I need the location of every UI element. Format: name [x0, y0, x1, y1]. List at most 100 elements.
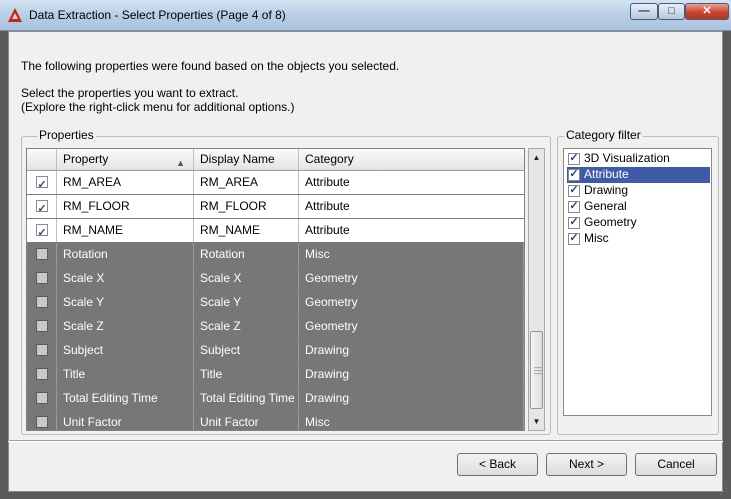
- column-header-category-label: Category: [305, 152, 354, 166]
- row-checkbox-cell: [27, 411, 57, 430]
- display-name-cell[interactable]: RM_FLOOR: [194, 195, 299, 218]
- category-filter-item[interactable]: ✓ 3D Visualization: [567, 151, 710, 167]
- column-header-property[interactable]: Property ▲: [57, 149, 194, 170]
- table-row[interactable]: Scale Z Scale Z Geometry: [27, 315, 524, 339]
- table-row[interactable]: Unit Factor Unit Factor Misc: [27, 411, 524, 430]
- category-cell[interactable]: Attribute: [299, 219, 524, 242]
- table-row[interactable]: Title Title Drawing: [27, 363, 524, 387]
- scroll-up-icon[interactable]: ▲: [529, 149, 544, 166]
- checkmark-icon: ✓: [569, 200, 579, 212]
- display-name-cell[interactable]: Unit Factor: [194, 411, 299, 430]
- row-checkbox[interactable]: ✓: [36, 200, 48, 215]
- table-row[interactable]: ✓ RM_NAME RM_NAME Attribute: [27, 219, 524, 243]
- display-name-cell[interactable]: RM_AREA: [194, 171, 299, 194]
- category-cell[interactable]: Drawing: [299, 363, 524, 386]
- table-row[interactable]: Subject Subject Drawing: [27, 339, 524, 363]
- display-name-cell[interactable]: Rotation: [194, 243, 299, 266]
- row-checkbox-cell: [27, 363, 57, 386]
- row-checkbox[interactable]: [36, 416, 48, 428]
- properties-group-label: Properties: [37, 128, 96, 142]
- property-cell[interactable]: Subject: [57, 339, 194, 362]
- title-bar[interactable]: Data Extraction - Select Properties (Pag…: [0, 0, 731, 31]
- display-name-cell[interactable]: RM_NAME: [194, 219, 299, 242]
- cancel-button[interactable]: Cancel: [635, 453, 717, 476]
- category-cell[interactable]: Attribute: [299, 171, 524, 194]
- category-checkbox[interactable]: ✓: [568, 200, 580, 213]
- maximize-button[interactable]: □: [658, 3, 685, 20]
- category-filter-item[interactable]: ✓ Attribute: [567, 167, 710, 183]
- category-cell[interactable]: Attribute: [299, 195, 524, 218]
- display-name-cell[interactable]: Scale X: [194, 267, 299, 290]
- row-checkbox[interactable]: [36, 392, 48, 404]
- close-icon: ✕: [702, 5, 712, 17]
- next-button[interactable]: Next >: [546, 453, 627, 476]
- maximize-icon: □: [668, 5, 675, 17]
- table-row[interactable]: Total Editing Time Total Editing Time Draw…: [27, 387, 524, 411]
- category-filter-item[interactable]: ✓ Misc: [567, 231, 710, 247]
- scroll-down-icon[interactable]: ▼: [529, 413, 544, 430]
- row-checkbox[interactable]: [36, 272, 48, 284]
- property-cell[interactable]: Title: [57, 363, 194, 386]
- display-name-cell[interactable]: Scale Y: [194, 291, 299, 314]
- properties-scrollbar[interactable]: ▲ — — — ▼: [528, 148, 545, 431]
- category-checkbox[interactable]: ✓: [568, 152, 580, 165]
- back-button[interactable]: < Back: [457, 453, 538, 476]
- row-checkbox[interactable]: [36, 368, 48, 380]
- category-cell[interactable]: Geometry: [299, 267, 524, 290]
- display-name-cell[interactable]: Total Editing Time: [194, 387, 299, 410]
- property-cell[interactable]: RM_AREA: [57, 171, 194, 194]
- checkmark-icon: ✓: [569, 152, 579, 164]
- header-checkbox-column: [27, 149, 57, 170]
- category-checkbox[interactable]: ✓: [568, 216, 580, 229]
- table-row[interactable]: Rotation Rotation Misc: [27, 243, 524, 267]
- property-cell[interactable]: Total Editing Time: [57, 387, 194, 410]
- category-cell[interactable]: Geometry: [299, 291, 524, 314]
- category-cell[interactable]: Misc: [299, 411, 524, 430]
- category-filter-list[interactable]: ✓ 3D Visualization ✓ Attribute ✓ Drawing ✓ Gene…: [563, 148, 712, 416]
- property-cell[interactable]: Scale Y: [57, 291, 194, 314]
- row-checkbox-cell: [27, 267, 57, 290]
- display-name-cell[interactable]: Scale Z: [194, 315, 299, 338]
- row-checkbox[interactable]: [36, 248, 48, 260]
- properties-grid[interactable]: Property ▲ Display Name Category ✓ RM_ARE…: [26, 148, 525, 431]
- resize-grip-icon[interactable]: ⋰: [719, 487, 728, 496]
- table-row[interactable]: Scale X Scale X Geometry: [27, 267, 524, 291]
- row-checkbox[interactable]: ✓: [36, 176, 48, 191]
- table-row[interactable]: ✓ RM_AREA RM_AREA Attribute: [27, 171, 524, 195]
- checkmark-icon: ✓: [569, 232, 579, 244]
- row-checkbox-cell: [27, 315, 57, 338]
- minimize-button[interactable]: —: [630, 3, 658, 20]
- close-button[interactable]: ✕: [685, 3, 729, 20]
- property-cell[interactable]: RM_FLOOR: [57, 195, 194, 218]
- intro-text-line3: (Explore the right-click menu for additi…: [21, 100, 295, 114]
- column-header-display-name[interactable]: Display Name: [194, 149, 299, 170]
- category-cell[interactable]: Misc: [299, 243, 524, 266]
- category-cell[interactable]: Drawing: [299, 339, 524, 362]
- display-name-cell[interactable]: Title: [194, 363, 299, 386]
- scroll-thumb[interactable]: — — —: [530, 331, 543, 409]
- category-filter-label: Attribute: [584, 167, 629, 181]
- display-name-cell[interactable]: Subject: [194, 339, 299, 362]
- property-cell[interactable]: Rotation: [57, 243, 194, 266]
- category-checkbox[interactable]: ✓: [568, 184, 580, 197]
- property-cell[interactable]: Unit Factor: [57, 411, 194, 430]
- row-checkbox[interactable]: [36, 296, 48, 308]
- property-cell[interactable]: Scale X: [57, 267, 194, 290]
- category-filter-item[interactable]: ✓ Geometry: [567, 215, 710, 231]
- category-filter-item[interactable]: ✓ Drawing: [567, 183, 710, 199]
- row-checkbox[interactable]: [36, 320, 48, 332]
- property-cell[interactable]: RM_NAME: [57, 219, 194, 242]
- row-checkbox[interactable]: ✓: [36, 224, 48, 239]
- table-row[interactable]: Scale Y Scale Y Geometry: [27, 291, 524, 315]
- category-filter-item[interactable]: ✓ General: [567, 199, 710, 215]
- table-row[interactable]: ✓ RM_FLOOR RM_FLOOR Attribute: [27, 195, 524, 219]
- row-checkbox[interactable]: [36, 344, 48, 356]
- property-cell[interactable]: Scale Z: [57, 315, 194, 338]
- row-checkbox-cell: ✓: [27, 219, 57, 242]
- column-header-category[interactable]: Category: [299, 149, 524, 170]
- category-checkbox[interactable]: ✓: [568, 232, 580, 245]
- category-cell[interactable]: Drawing: [299, 387, 524, 410]
- category-cell[interactable]: Geometry: [299, 315, 524, 338]
- category-checkbox[interactable]: ✓: [568, 168, 580, 181]
- row-checkbox-cell: [27, 291, 57, 314]
